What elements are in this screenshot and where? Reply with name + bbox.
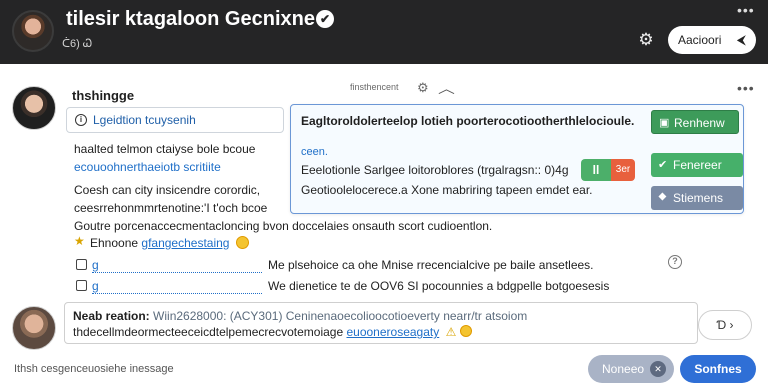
collapse-chevron-icon[interactable]: ︿ xyxy=(438,78,455,97)
attach-button[interactable]: Ɗ › xyxy=(698,310,752,340)
card-label: ceen. xyxy=(301,146,328,158)
reply-body: thdecellmdeormecteeceicdtelpemecrecvotem… xyxy=(73,325,344,339)
message-line: Goutre porcenaccecmentacloncing bvon doc… xyxy=(74,219,493,233)
rule-text: Me plsehoice ca ohe Mnise rrecencialcive… xyxy=(268,258,594,272)
review-popup-card: Eagltoroldolerteelop lotieh poorterocoti… xyxy=(290,104,744,214)
secondary-button-label: Noneeo xyxy=(602,362,645,376)
help-icon[interactable]: ? xyxy=(668,255,682,269)
card-line: Eeelotionle Sarlgee loitoroblores (trgal… xyxy=(301,163,569,177)
message-gear-icon[interactable]: ⚙ xyxy=(417,80,429,96)
sender-name[interactable]: thshingge xyxy=(72,88,134,103)
verified-icon: ✔ xyxy=(316,10,334,28)
header-action-label: Aacioori xyxy=(678,33,722,47)
review-button[interactable]: ▣ Renhenw xyxy=(651,110,739,134)
secondary-button[interactable]: Noneeo ✕ xyxy=(588,355,674,383)
status-pill[interactable]: ll 3er xyxy=(581,159,635,181)
composer-hint: Ithsh cesgenceuosiehe inessage xyxy=(14,363,174,375)
secondary-card-button-label: Stiemens xyxy=(673,191,724,205)
rule-link[interactable]: g xyxy=(92,279,262,294)
message-line: ceesrrehonmmrtenotine:'I t'och bcoe xyxy=(74,201,268,215)
message-info-chip[interactable]: i Lgeidtion tcuysenih xyxy=(66,107,284,133)
review-button-label: Renhenw xyxy=(674,116,725,130)
emoji-icon xyxy=(235,236,249,249)
confirm-button-label: Fenereer xyxy=(673,158,722,172)
rule-text: We dienetice te de OOV6 SI pocounnies a … xyxy=(268,279,610,293)
page-title: tilesir ktagaloon Gecnixne xyxy=(66,8,315,30)
warning-icon: ⚠ xyxy=(445,325,457,339)
pill-left: ll xyxy=(581,159,611,181)
check-icon: ✔ xyxy=(658,159,668,171)
channel-avatar[interactable] xyxy=(12,10,54,52)
message-line: haalted telmon ctaiyse bole bcoue xyxy=(74,142,256,156)
inline-link[interactable]: gfangechestaing xyxy=(141,236,229,250)
tag-icon: ⯁ xyxy=(658,192,667,204)
back-arrow-icon: ⮜ xyxy=(736,32,746,47)
message-line: Coesh can city insicendre corordic, xyxy=(74,183,261,197)
top-bar: tilesir ktagaloon Gecnixne ✔ ᑖ6) Ꮗ ••• ⚙… xyxy=(0,0,768,64)
secondary-card-button[interactable]: ⯁ Stiemens xyxy=(651,186,743,210)
card-line: Geotioolelocerece.a Xone mabriring tapee… xyxy=(301,183,593,197)
reply-meta: Wiin2628000: (ACY301) Ceninenaoecoliooco… xyxy=(153,309,528,323)
review-icon: ▣ xyxy=(659,117,670,129)
page-subtitle: ᑖ6) Ꮗ xyxy=(62,38,93,50)
confirm-button[interactable]: ✔ Fenereer xyxy=(651,153,743,177)
checkbox-icon[interactable] xyxy=(76,280,87,291)
message-meta: finsthencent xyxy=(350,82,399,92)
header-action-button[interactable]: Aacioori ⮜ xyxy=(668,26,756,54)
settings-gear-icon[interactable]: ⚙ xyxy=(636,30,656,50)
reply-link[interactable]: euooneroseagaty xyxy=(346,325,439,339)
emoji-icon xyxy=(459,325,472,337)
rule-link[interactable]: g xyxy=(92,258,262,273)
card-title: Eagltoroldolerteelop lotieh poorterocoti… xyxy=(301,114,635,128)
message-menu-icon[interactable]: ••• xyxy=(737,80,755,96)
reply-header-line: Neab reation: Wiin2628000: (ACY301) Ceni… xyxy=(73,309,527,323)
submit-button[interactable]: Sonfnes xyxy=(680,355,756,383)
info-icon: i xyxy=(75,114,87,126)
reply-input[interactable]: Neab reation: Wiin2628000: (ACY301) Ceni… xyxy=(64,302,698,344)
chip-label: Lgeidtion tcuysenih xyxy=(93,113,196,127)
message-line-link[interactable]: ecouoohnerthaeiotb scritiite xyxy=(74,160,221,174)
sender-avatar[interactable] xyxy=(12,86,56,130)
reply-avatar[interactable] xyxy=(12,306,56,350)
header-menu-icon[interactable]: ••• xyxy=(737,2,755,18)
close-icon: ✕ xyxy=(650,361,666,377)
pill-right: 3er xyxy=(611,159,635,181)
line-text: Ehnoone xyxy=(90,236,139,250)
reply-label: Neab reation: xyxy=(73,309,150,323)
message-line-with-link: Ehnoone gfangechestaing xyxy=(74,236,249,250)
checkbox-icon[interactable] xyxy=(76,259,87,270)
reply-body-line: thdecellmdeormecteeceicdtelpemecrecvotem… xyxy=(73,325,472,339)
